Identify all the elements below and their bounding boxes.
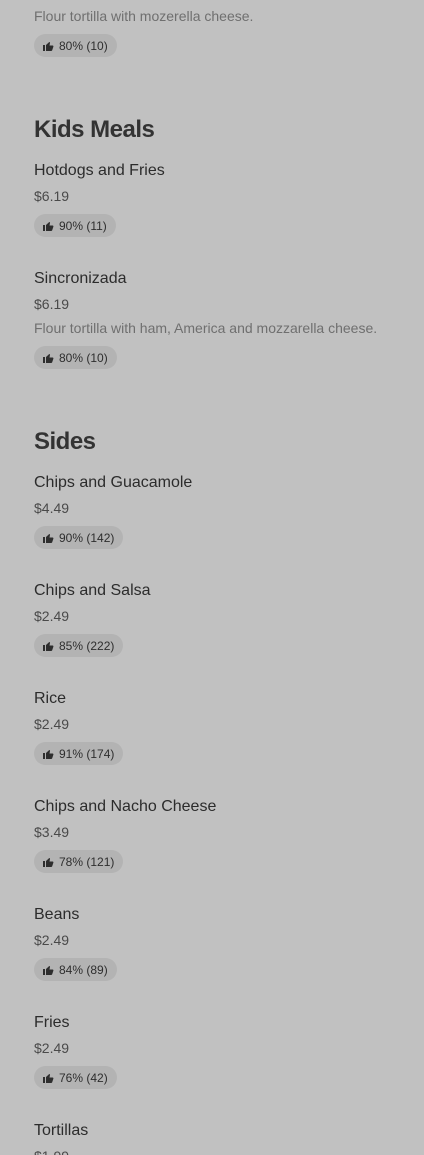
item-name: Chips and Nacho Cheese <box>34 798 217 815</box>
thumbs-up-icon <box>43 965 54 975</box>
item-price: $2.49 <box>34 716 70 732</box>
rating-text: 91% (174) <box>59 746 115 761</box>
thumbs-up-icon <box>43 41 54 51</box>
menu-item[interactable]: Chips and Nacho Cheese $3.49 78% (121) <box>34 796 414 878</box>
item-name: Chips and Salsa <box>34 582 151 599</box>
item-price: $2.49 <box>34 1040 70 1056</box>
rating-text: 84% (89) <box>59 962 108 977</box>
rating-badge: 80% (10) <box>34 346 117 369</box>
item-price: $6.19 <box>34 188 70 204</box>
item-price: $4.49 <box>34 500 70 516</box>
section-title: Kids Meals <box>34 116 155 143</box>
rating-badge: 90% (11) <box>34 214 116 237</box>
rating-badge: 90% (142) <box>34 526 124 549</box>
item-description: Flour tortilla with mozerella cheese. <box>34 8 254 24</box>
item-price: $6.19 <box>34 296 70 312</box>
item-name: Hotdogs and Fries <box>34 162 165 179</box>
item-name: Rice <box>34 690 67 707</box>
rating-badge: 76% (42) <box>34 1066 117 1089</box>
rating-text: 90% (142) <box>59 530 115 545</box>
rating-text: 85% (222) <box>59 638 115 653</box>
rating-text: 80% (10) <box>59 38 108 53</box>
item-description: Flour tortilla with ham, America and moz… <box>34 320 378 336</box>
item-name: Chips and Guacamole <box>34 474 193 491</box>
section-title: Sides <box>34 428 96 455</box>
item-name: Fries <box>34 1014 70 1031</box>
menu-item[interactable]: Beans $2.49 84% (89) <box>34 904 414 986</box>
menu-item[interactable]: Sincronizada $6.19 Flour tortilla with h… <box>34 268 414 374</box>
thumbs-up-icon <box>43 533 54 543</box>
rating-text: 90% (11) <box>59 218 107 233</box>
rating-badge: 84% (89) <box>34 958 117 981</box>
menu-item[interactable]: Chips and Guacamole $4.49 90% (142) <box>34 472 414 554</box>
rating-text: 78% (121) <box>59 854 115 869</box>
item-name: Beans <box>34 906 80 923</box>
rating-badge: 85% (222) <box>34 634 124 657</box>
rating-badge: 80% (10) <box>34 34 117 57</box>
item-price: $3.49 <box>34 824 70 840</box>
rating-text: 76% (42) <box>59 1070 108 1085</box>
rating-badge: 91% (174) <box>34 742 124 765</box>
menu-item[interactable]: Tortillas $1.99 <box>34 1120 414 1155</box>
thumbs-up-icon <box>43 221 54 231</box>
item-price: $1.99 <box>34 1147 69 1155</box>
menu-item[interactable]: Chips and Salsa $2.49 85% (222) <box>34 580 414 662</box>
thumbs-up-icon <box>43 1073 54 1083</box>
item-price: $2.49 <box>34 932 70 948</box>
rating-text: 80% (10) <box>59 350 108 365</box>
menu-item[interactable]: Rice $2.49 91% (174) <box>34 688 414 770</box>
thumbs-up-icon <box>43 749 54 759</box>
item-name: Tortillas <box>34 1122 89 1139</box>
item-price: $2.49 <box>34 608 70 624</box>
menu-item[interactable]: Hotdogs and Fries $6.19 90% (11) <box>34 160 414 242</box>
menu-item[interactable]: Fries $2.49 76% (42) <box>34 1012 414 1094</box>
item-name: Sincronizada <box>34 270 127 287</box>
thumbs-up-icon <box>43 857 54 867</box>
thumbs-up-icon <box>43 641 54 651</box>
rating-badge: 78% (121) <box>34 850 124 873</box>
thumbs-up-icon <box>43 353 54 363</box>
